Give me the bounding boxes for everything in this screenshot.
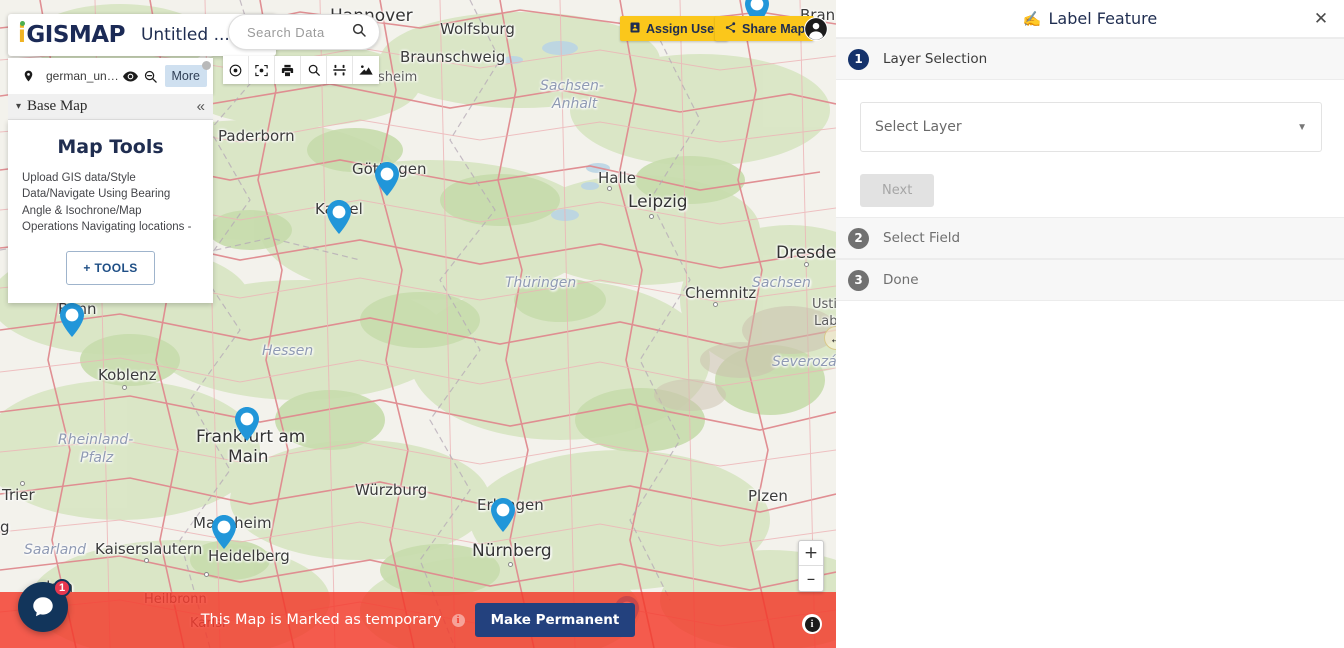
measure-icon[interactable] [327, 56, 353, 84]
print-icon[interactable] [275, 56, 301, 84]
marker-mannheim[interactable] [212, 515, 236, 549]
id-card-icon [629, 21, 641, 37]
marker-erlangen[interactable] [491, 498, 515, 532]
step-header-done[interactable]: 3 Done [836, 259, 1344, 301]
step-number-1: 1 [848, 48, 869, 70]
layer-more-button[interactable]: More [164, 61, 211, 87]
basemap-section-header[interactable]: ▾ Base Map « [8, 94, 213, 120]
temporary-map-banner: This Map is Marked as temporary i Make P… [0, 592, 836, 648]
assign-user-label: Assign User [646, 21, 719, 36]
info-icon[interactable]: i [451, 613, 465, 627]
search-data-box[interactable] [228, 14, 380, 50]
step-number-2: 2 [848, 227, 869, 249]
map-tools-description: Upload GIS data/Style Data/Navigate Usin… [22, 172, 192, 233]
gismap-application: HannoverWolfsburgBranBraunschweigSachsen… [0, 0, 1344, 648]
step-header-select-field[interactable]: 2 Select Field [836, 217, 1344, 259]
location-pin-icon [18, 66, 38, 86]
focus-extent-icon[interactable] [249, 56, 275, 84]
marker-frankfurt[interactable] [235, 407, 259, 441]
locate-target-icon[interactable] [223, 56, 249, 84]
make-permanent-button[interactable]: Make Permanent [474, 603, 636, 637]
map-tools-title: Map Tools [57, 136, 164, 158]
next-button[interactable]: Next [860, 174, 935, 207]
zoom-out-button[interactable]: – [799, 566, 823, 591]
map-attribution-info-button[interactable]: i [802, 614, 822, 634]
more-indicator-dot [202, 61, 211, 70]
collapse-panel-icon[interactable]: « [197, 98, 205, 115]
share-map-label: Share Map [742, 21, 806, 36]
step-1-content: Select Layer ▼ Next [836, 80, 1344, 217]
search-map-icon[interactable] [301, 56, 327, 84]
chat-unread-badge: 1 [53, 579, 71, 597]
map-tools-panel: Map Tools Upload GIS data/Style Data/Nav… [8, 120, 213, 304]
map-zoom-controls: + – [798, 540, 824, 592]
basemap-label: Base Map [27, 98, 88, 114]
marker-gottingen[interactable] [375, 162, 399, 196]
map-info-glyph: i [804, 616, 820, 632]
zoom-in-button[interactable]: + [799, 541, 823, 566]
basemap-layers-icon[interactable] [353, 56, 379, 84]
map-title[interactable]: Untitled ... [141, 25, 230, 45]
logo-status-dot [20, 21, 25, 26]
share-map-button[interactable]: Share Map [715, 16, 815, 41]
assign-user-button[interactable]: Assign User [620, 16, 728, 41]
eye-icon[interactable] [121, 66, 141, 86]
step-label-select-field: Select Field [883, 230, 961, 246]
search-input[interactable] [245, 23, 351, 41]
add-tools-button[interactable]: + TOOLS [66, 251, 155, 286]
panel-title: Label Feature [1048, 9, 1158, 28]
step-label-done: Done [883, 272, 919, 288]
writing-hand-icon: ✍️ [1022, 10, 1042, 28]
step-number-3: 3 [848, 269, 869, 291]
gismap-logo[interactable]: i GISMAP [18, 21, 125, 48]
layer-name-label: german_universities [46, 69, 121, 83]
account-circle-icon[interactable] [803, 16, 829, 42]
zoom-to-layer-icon[interactable] [141, 66, 161, 86]
step-label-layer-selection: Layer Selection [883, 51, 988, 67]
map-toolbar [223, 56, 379, 84]
layer-select-value: Select Layer [875, 119, 962, 135]
chevron-down-icon: ▼ [1297, 121, 1307, 133]
marker-kassel[interactable] [327, 200, 351, 234]
chevron-down-icon[interactable]: ▾ [16, 101, 21, 112]
panel-header: ✍️ Label Feature ✕ [836, 0, 1344, 38]
step-header-layer-selection[interactable]: 1 Layer Selection [836, 38, 1344, 80]
share-icon [724, 21, 737, 37]
close-icon[interactable]: ✕ [1310, 8, 1332, 30]
marker-bonn[interactable] [60, 303, 84, 337]
layer-list-row[interactable]: german_universities More [8, 58, 213, 94]
search-icon[interactable] [351, 22, 367, 43]
map-viewport[interactable]: HannoverWolfsburgBranBraunschweigSachsen… [0, 0, 836, 648]
temporary-map-message: This Map is Marked as temporary [200, 612, 442, 628]
layer-more-label: More [171, 69, 200, 83]
layer-select-dropdown[interactable]: Select Layer ▼ [860, 102, 1322, 152]
logo-wordmark: GISMAP [26, 22, 125, 48]
label-feature-panel: ✍️ Label Feature ✕ 1 Layer Selection Sel… [836, 0, 1344, 648]
chat-widget-button[interactable]: 1 [18, 579, 71, 632]
